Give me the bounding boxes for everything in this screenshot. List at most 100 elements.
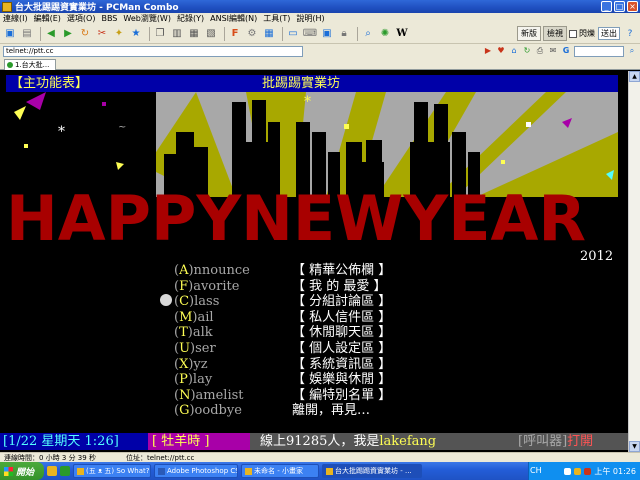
menu-item-mail[interactable]: (M)ail <box>174 310 214 325</box>
menu-desc-announce: 【 精華公佈欄 】 <box>292 263 392 278</box>
grid-icon[interactable]: ▦ <box>262 27 276 41</box>
maximize-button[interactable]: □ <box>614 1 625 12</box>
blink-checkbox[interactable] <box>569 29 577 38</box>
menu-options[interactable]: 選項(O) <box>67 13 96 24</box>
security-icon[interactable] <box>584 467 592 475</box>
menu-key: N <box>179 388 191 403</box>
send-select[interactable]: 送出 <box>598 27 620 40</box>
search-icon[interactable]: ⌕ <box>361 27 375 41</box>
toolbar-separator <box>40 26 41 41</box>
settings-icon[interactable]: ⚙ <box>245 27 259 41</box>
menu-item-user[interactable]: (U)ser <box>174 341 216 356</box>
volume-icon[interactable] <box>574 467 582 475</box>
home-icon[interactable]: ⌂ <box>509 46 519 56</box>
scroll-up-icon[interactable]: ▲ <box>629 71 640 82</box>
menu-key: P <box>179 372 188 387</box>
network-icon[interactable] <box>564 467 572 475</box>
select-all-icon[interactable]: ▦ <box>187 27 201 41</box>
happy-new-year-text: HAPPYNEWYEAR <box>6 182 586 253</box>
forward-arrow-icon[interactable]: ▶ <box>61 27 75 41</box>
menu-item-goodbye[interactable]: (G)oodbye <box>174 403 242 418</box>
search-go-icon[interactable]: ⌕ <box>627 46 637 56</box>
taskbar-button-paint[interactable]: 未命名 - 小畫家 <box>241 464 319 478</box>
format-icon[interactable]: ▧ <box>204 27 218 41</box>
menu-web[interactable]: Web瀏覽(W) <box>123 13 171 24</box>
menu-item-xyz[interactable]: (X)yz <box>174 357 208 372</box>
menu-label: ser <box>195 341 216 356</box>
window-icon[interactable]: ▣ <box>320 27 334 41</box>
menu-key: G <box>179 403 190 418</box>
menu-tools[interactable]: 工具(T) <box>263 13 290 24</box>
address-input[interactable]: telnet://ptt.cc <box>3 45 303 57</box>
menu-connection[interactable]: 連線(I) <box>3 13 28 24</box>
menu-edit[interactable]: 編輯(E) <box>34 13 61 24</box>
menu-item-class[interactable]: (C)lass <box>174 294 219 309</box>
google-icon[interactable]: G <box>561 46 571 56</box>
menu-key: M <box>179 310 193 325</box>
print-icon[interactable]: ⎙ <box>535 46 545 56</box>
bookmark-icon[interactable]: ★ <box>129 27 143 41</box>
web-icon[interactable]: ✺ <box>378 27 392 41</box>
quicklaunch-folder-icon[interactable] <box>47 466 57 476</box>
close-button[interactable]: × <box>627 1 638 12</box>
taskbar-label: (五 ᴥ 五) So What? -... <box>86 467 150 475</box>
taskbar-label: Adobe Photoshop CS3... <box>167 467 237 475</box>
start-button[interactable]: 開始 <box>0 462 44 480</box>
menu-ansi[interactable]: ANSI編輯(N) <box>210 13 257 24</box>
tab-bar: 1.台大批... <box>0 58 640 70</box>
mail-icon[interactable]: ✉ <box>548 46 558 56</box>
font-icon[interactable]: F <box>228 27 242 41</box>
start-label: 開始 <box>16 467 35 478</box>
window-title-bar[interactable]: 台大批踢踢資實業坊 - PCMan Combo _ □ × <box>0 0 640 13</box>
new-board-button[interactable]: 新版 <box>517 26 541 41</box>
menu-item-talk[interactable]: (T)alk <box>174 325 213 340</box>
search-box[interactable] <box>574 45 624 57</box>
menu-item-announce[interactable]: (A)nnounce <box>174 263 250 278</box>
minimize-button[interactable]: _ <box>601 1 612 12</box>
menu-help[interactable]: 說明(H) <box>296 13 324 24</box>
terminal-scrollbar[interactable]: ▲ ▼ <box>628 71 640 452</box>
menu-item-favorite[interactable]: (F)avorite <box>174 279 239 294</box>
menu-item-namelist[interactable]: (N)amelist <box>174 388 244 403</box>
taskbar-button-sowhat[interactable]: (五 ᴥ 五) So What? -... <box>73 464 151 478</box>
toolbar: ▣ ▤ ◀ ▶ ↻ ✂ ✦ ★ ❐ ▥ ▦ ▧ F ⚙ ▦ ▭ ⌨ ▣ 🔒︎ ⌕… <box>0 24 640 44</box>
quicklaunch-browser-icon[interactable] <box>60 466 70 476</box>
bbs-status-line: [1/22 星期天 1:26] [ 牡羊時 ] 線上91285人，我是lakef… <box>0 433 628 450</box>
copy-icon[interactable]: ❐ <box>153 27 167 41</box>
menu-item-play[interactable]: (P)lay <box>174 372 212 387</box>
refresh-icon[interactable]: ↻ <box>522 46 532 56</box>
new-connection-icon[interactable]: ▣ <box>3 27 17 41</box>
stop-icon[interactable]: ✦ <box>112 27 126 41</box>
screen-icon[interactable]: ▭ <box>286 27 300 41</box>
go-icon[interactable]: ▶ <box>483 46 493 56</box>
scroll-down-icon[interactable]: ▼ <box>629 441 640 452</box>
header-title: 【主功能表】 <box>10 76 89 91</box>
help-icon[interactable]: ? <box>623 27 637 41</box>
favorites-icon[interactable]: ♥ <box>496 46 506 56</box>
paste-icon[interactable]: ▥ <box>170 27 184 41</box>
back-arrow-icon[interactable]: ◀ <box>44 27 58 41</box>
taskbar: 開始 (五 ᴥ 五) So What? -... Adobe Photoshop… <box>0 462 640 480</box>
disconnect-icon[interactable]: ✂ <box>95 27 109 41</box>
menu-bbs[interactable]: BBS <box>101 14 117 23</box>
connected-icon <box>7 62 13 68</box>
status-zodiac-hour: [ 牡羊時 ] <box>148 433 250 450</box>
menu-label: amelist <box>195 388 244 403</box>
language-indicator[interactable]: CH <box>530 466 542 475</box>
keyboard-icon[interactable]: ⌨ <box>303 27 317 41</box>
terminal-screen[interactable]: 【主功能表】 批踢踢實業坊 * ~ * HAPPYNEWYEAR 2012 (A… <box>0 71 628 452</box>
pcman-icon <box>326 467 333 475</box>
app-icon <box>2 1 12 12</box>
taskbar-label: 台大批踢踢資實業坊 - ... <box>335 467 412 475</box>
taskbar-button-pcman[interactable]: 台大批踢踢資實業坊 - ... <box>322 464 422 478</box>
new-page-icon[interactable]: ▤ <box>20 27 34 41</box>
lock-icon[interactable]: 🔒︎ <box>337 27 351 41</box>
menu-key: F <box>179 279 189 294</box>
tab-ptt[interactable]: 1.台大批... <box>4 59 56 70</box>
taskbar-button-photoshop[interactable]: Adobe Photoshop CS3... <box>154 464 238 478</box>
blink-label: 閃爍 <box>579 29 595 38</box>
reconnect-icon[interactable]: ↻ <box>78 27 92 41</box>
menu-log[interactable]: 紀錄(Y) <box>177 13 204 24</box>
view-button[interactable]: 檢視 <box>543 26 567 41</box>
wiki-icon[interactable]: W <box>395 27 409 41</box>
